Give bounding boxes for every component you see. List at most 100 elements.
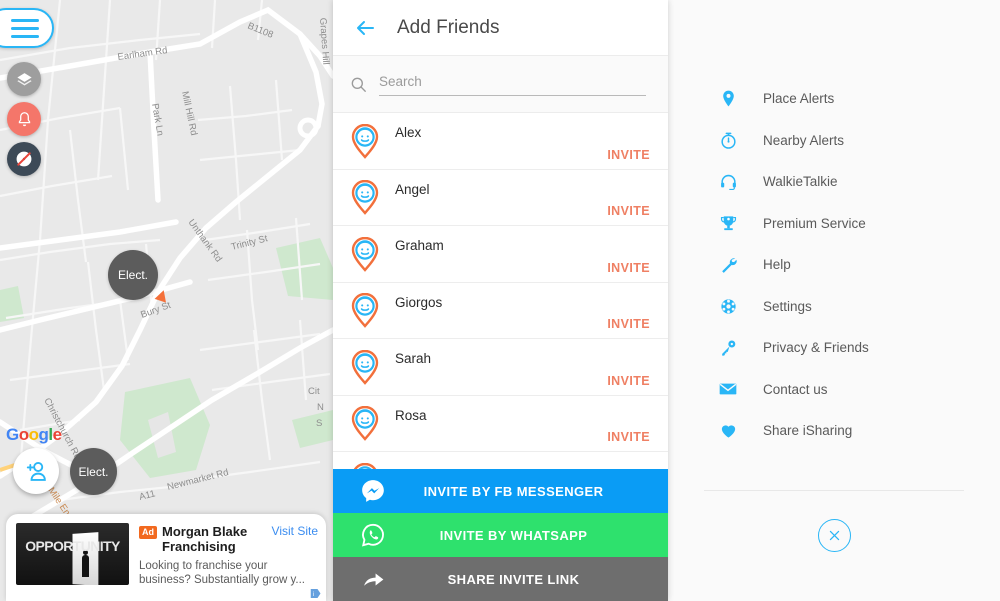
- menu-item-label: Place Alerts: [763, 91, 835, 107]
- ad-person-graphic: [82, 550, 89, 577]
- friend-avatar-icon: [351, 349, 379, 385]
- hamburger-icon-bar: [11, 18, 39, 22]
- friend-row[interactable]: Rosa INVITE: [333, 395, 668, 452]
- friend-avatar-icon: [351, 293, 379, 329]
- menu-item-label: Premium Service: [763, 215, 866, 231]
- map-layers-button[interactable]: [7, 62, 41, 96]
- menu-divider: [704, 489, 964, 491]
- menu-item-contact-us[interactable]: Contact us: [668, 369, 1000, 411]
- menu-item-nearby-alerts[interactable]: Nearby Alerts: [668, 120, 1000, 162]
- adchoices-icon[interactable]: i: [310, 588, 322, 599]
- add-person-icon: [26, 461, 46, 481]
- menu-item-label: Settings: [763, 298, 812, 314]
- menu-item-place-alerts[interactable]: Place Alerts: [668, 78, 1000, 120]
- map-panel[interactable]: Earlham Rd B1108 Grapes Hill Park Ln Mil…: [0, 0, 333, 601]
- invite-by-messenger-button[interactable]: INVITE BY FB MESSENGER: [333, 469, 668, 513]
- share-actions: INVITE BY FB MESSENGER INVITE BY WHATSAP…: [333, 469, 668, 601]
- search-input-wrapper: [379, 73, 646, 96]
- map-alerts-button[interactable]: [7, 102, 41, 136]
- menu-item-share-isharing[interactable]: Share iSharing: [668, 410, 1000, 452]
- google-watermark: Google: [6, 425, 62, 444]
- close-button-wrap: [668, 518, 1000, 552]
- menu-item-privacy-friends[interactable]: Privacy & Friends: [668, 327, 1000, 369]
- menu-item-label: Nearby Alerts: [763, 132, 845, 148]
- menu-item-label: Help: [763, 257, 791, 273]
- add-friends-panel: Add Friends Alex: [333, 0, 668, 601]
- map-menu-button[interactable]: [0, 8, 54, 48]
- friend-name: Alex: [395, 125, 422, 141]
- panel-header: Add Friends: [333, 0, 668, 56]
- layers-icon: [16, 72, 32, 85]
- map-speed-alert-button[interactable]: [7, 142, 41, 176]
- menu-item-label: WalkieTalkie: [763, 174, 838, 190]
- search-bar[interactable]: [333, 56, 668, 113]
- menu-item-premium-service[interactable]: Premium Service: [668, 203, 1000, 245]
- svg-text:Cit: Cit: [308, 386, 320, 397]
- trophy-icon: [716, 211, 740, 235]
- messenger-icon: [359, 477, 387, 505]
- friend-avatar-icon: [351, 406, 379, 442]
- menu-item-label: Share iSharing: [763, 423, 853, 439]
- friend-name: Sarah: [395, 351, 432, 367]
- hamburger-icon-bar: [11, 26, 39, 30]
- menu-item-help[interactable]: Help: [668, 244, 1000, 286]
- speed-off-icon: [15, 150, 33, 168]
- invite-button[interactable]: INVITE: [607, 374, 650, 388]
- map-pin-icon: [716, 87, 740, 111]
- menu-item-walkietalkie[interactable]: WalkieTalkie: [668, 161, 1000, 203]
- friend-row[interactable]: Angel INVITE: [333, 169, 668, 226]
- friend-row[interactable]: Sarah INVITE: [333, 339, 668, 396]
- ad-description: Looking to franchise your business? Subs…: [139, 560, 305, 586]
- menu-item-label: Contact us: [763, 381, 828, 397]
- invite-button[interactable]: INVITE: [607, 204, 650, 218]
- ad-thumbnail: OPPORTUNITY: [16, 523, 129, 585]
- ad-body: Ad Morgan Blake Franchising Visit Site L…: [139, 523, 318, 595]
- menu-list: Place Alerts Nearby Alerts WalkieTalkie …: [668, 0, 1000, 452]
- menu-item-label: Privacy & Friends: [763, 340, 869, 356]
- friend-row[interactable]: Alex INVITE: [333, 113, 668, 170]
- map-marker[interactable]: Elect.: [108, 250, 158, 300]
- friend-row[interactable]: Graham INVITE: [333, 226, 668, 283]
- svg-text:S: S: [316, 418, 322, 429]
- close-icon: [829, 530, 839, 540]
- bell-icon: [18, 111, 30, 126]
- friend-name: Graham: [395, 238, 444, 254]
- friend-row[interactable]: Giorgos INVITE: [333, 282, 668, 339]
- map-marker-label: Elect.: [117, 268, 148, 282]
- invite-button[interactable]: INVITE: [607, 430, 650, 444]
- share-invite-link-button[interactable]: SHARE INVITE LINK: [333, 557, 668, 601]
- app-root: Earlham Rd B1108 Grapes Hill Park Ln Mil…: [0, 0, 1000, 601]
- close-menu-button[interactable]: [817, 518, 851, 552]
- map-add-friend-button[interactable]: [13, 448, 59, 494]
- map-marker[interactable]: Elect.: [70, 448, 117, 495]
- invite-by-whatsapp-button[interactable]: INVITE BY WHATSAPP: [333, 513, 668, 557]
- menu-item-settings[interactable]: Settings: [668, 286, 1000, 328]
- back-arrow-icon[interactable]: [353, 16, 377, 40]
- headset-icon: [716, 170, 740, 194]
- invite-button[interactable]: INVITE: [607, 317, 650, 331]
- envelope-icon: [716, 377, 740, 401]
- friend-avatar-icon: [351, 236, 379, 272]
- ad-visit-site-link[interactable]: Visit Site: [272, 524, 318, 538]
- ad-headline-row: Ad Morgan Blake Franchising Visit Site: [139, 524, 318, 554]
- friend-name: Giorgos: [395, 294, 443, 310]
- ad-thumbnail-text: OPPORTUNITY: [25, 538, 120, 554]
- page-title: Add Friends: [397, 16, 500, 38]
- wrench-icon: [716, 253, 740, 277]
- hamburger-icon-bar: [11, 34, 39, 38]
- svg-text:i: i: [313, 592, 314, 598]
- heart-icon: [716, 419, 740, 443]
- ad-banner[interactable]: OPPORTUNITY Ad Morgan Blake Franchising …: [6, 514, 326, 601]
- search-input[interactable]: [379, 73, 646, 89]
- ad-badge: Ad: [139, 526, 157, 539]
- stopwatch-icon: [716, 128, 740, 152]
- gear-icon: [716, 294, 740, 318]
- search-icon: [351, 77, 366, 92]
- invite-button[interactable]: INVITE: [607, 261, 650, 275]
- friend-name: Rosa: [395, 407, 427, 423]
- whatsapp-icon: [359, 521, 387, 549]
- friend-avatar-icon: [351, 180, 379, 216]
- invite-button[interactable]: INVITE: [607, 148, 650, 162]
- map-marker-label: Elect.: [78, 464, 109, 479]
- svg-text:N: N: [317, 402, 324, 413]
